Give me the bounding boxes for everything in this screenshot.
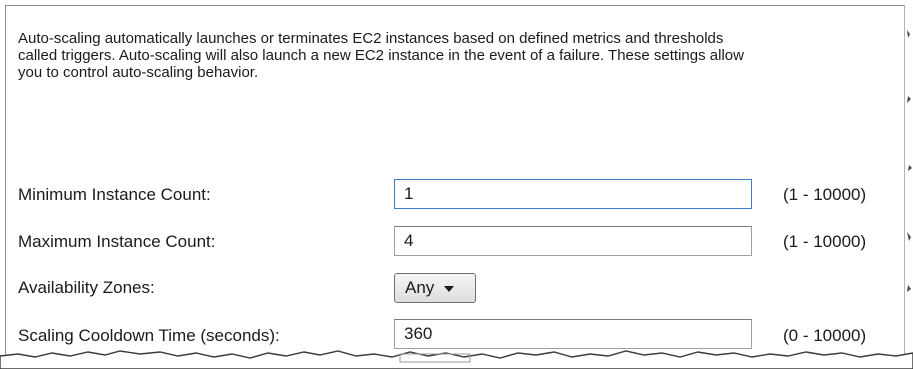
scaling-cooldown-time-label: Scaling Cooldown Time (seconds): [18, 326, 280, 345]
availability-zones-dropdown[interactable]: Any [394, 273, 476, 303]
torn-right-edge [907, 30, 912, 292]
maximum-instance-count-range: (1 - 10000) [783, 232, 867, 251]
screenshot-frame: Auto-scaling automatically launches or t… [0, 0, 913, 369]
minimum-instance-count-input[interactable] [394, 179, 752, 209]
auto-scaling-settings-panel: Auto-scaling automatically launches or t… [5, 5, 905, 367]
minimum-instance-count-label: Minimum Instance Count: [18, 185, 211, 204]
torn-bottom-edge [0, 350, 913, 369]
minimum-instance-count-range: (1 - 10000) [783, 185, 867, 204]
chevron-down-icon [444, 286, 455, 292]
availability-zones-label: Availability Zones: [18, 278, 155, 297]
maximum-instance-count-label: Maximum Instance Count: [18, 232, 216, 251]
auto-scaling-description: Auto-scaling automatically launches or t… [18, 30, 744, 81]
maximum-instance-count-input[interactable] [394, 226, 752, 256]
scaling-cooldown-time-range: (0 - 10000) [783, 326, 867, 345]
availability-zones-selected-value: Any [405, 278, 435, 297]
scaling-cooldown-time-input[interactable] [394, 319, 752, 349]
